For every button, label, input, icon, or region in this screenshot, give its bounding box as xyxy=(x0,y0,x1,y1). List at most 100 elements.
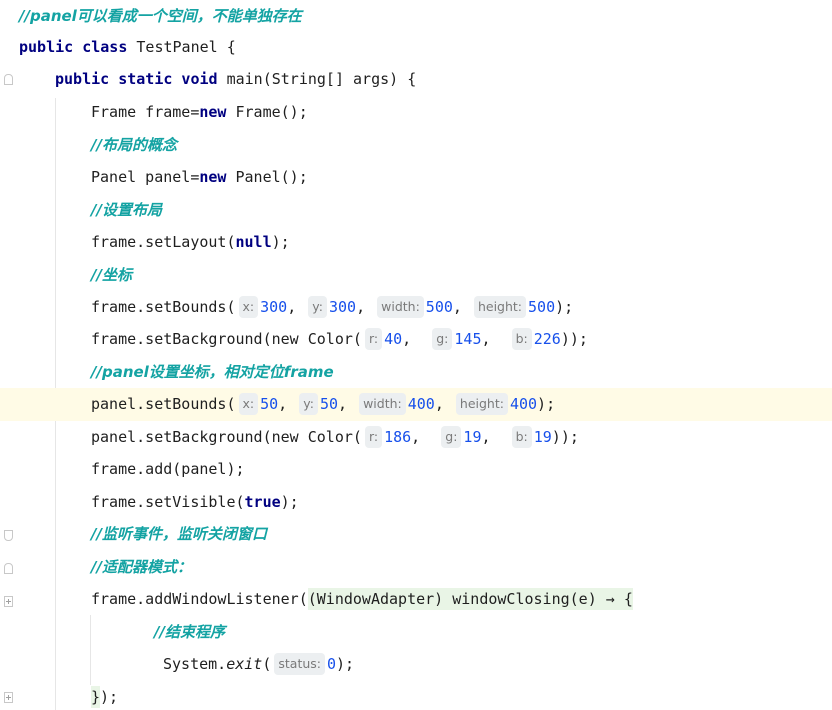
code-line[interactable]: Panel panel=new Panel(); xyxy=(0,161,832,194)
code-text: }); xyxy=(91,681,118,710)
code-token: TestPanel { xyxy=(136,38,236,56)
code-line[interactable]: //监听事件，监听关闭窗口 xyxy=(0,518,832,551)
keyword: new xyxy=(199,103,236,121)
parameter-hint: g: xyxy=(432,327,453,350)
number-literal: 40 xyxy=(384,330,403,348)
code-text: //panel设置坐标，相对定位frame xyxy=(91,356,334,389)
code-text: frame.setBounds(x: 300, y: 300, width: 500,… xyxy=(91,291,573,324)
code-token: frame.setVisible( xyxy=(91,493,245,511)
comment: //结束程序 xyxy=(154,623,225,641)
comment: //panel设置坐标，相对定位frame xyxy=(91,363,334,381)
code-token: ); xyxy=(537,395,556,413)
code-token: ); xyxy=(280,493,299,511)
code-text: Panel panel=new Panel(); xyxy=(91,161,308,194)
code-token: , xyxy=(356,298,375,316)
comment: //监听事件，监听关闭窗口 xyxy=(91,525,267,543)
code-token: frame.add(panel); xyxy=(91,460,245,478)
code-token: frame.setLayout( xyxy=(91,233,236,251)
code-token: ); xyxy=(336,655,355,673)
code-text: //适配器模式： xyxy=(91,551,192,584)
number-literal: 19 xyxy=(533,428,552,446)
code-line[interactable]: //panel设置坐标，相对定位frame xyxy=(0,356,832,389)
code-token: frame.addWindowListener( xyxy=(91,590,308,608)
code-text: //panel可以看成一个空间，不能单独存在 xyxy=(19,0,302,33)
code-token: , xyxy=(402,330,430,348)
code-text: //坐标 xyxy=(91,259,132,292)
number-literal: 19 xyxy=(463,428,482,446)
lambda-fold[interactable]: } xyxy=(91,686,101,708)
code-text: //布局的概念 xyxy=(91,129,177,162)
code-editor[interactable]: //panel可以看成一个空间，不能单独存在 public class TestP… xyxy=(0,0,832,710)
code-line[interactable]: System.exit(status: 0); xyxy=(0,648,832,681)
code-text: frame.setBackground(new Color(r: 40, g: 14… xyxy=(91,323,588,356)
code-line[interactable]: //坐标 xyxy=(0,259,832,292)
code-token: ); xyxy=(555,298,574,316)
parameter-hint: b: xyxy=(511,327,532,350)
code-line[interactable]: frame.addWindowListener((WindowAdapter) … xyxy=(0,583,832,616)
keyword: true xyxy=(244,493,281,511)
code-token: , xyxy=(452,298,471,316)
method-name: exit xyxy=(226,655,263,673)
code-token: ); xyxy=(100,688,119,706)
code-token: Frame frame= xyxy=(91,103,200,121)
number-literal: 50 xyxy=(319,395,338,413)
number-literal: 300 xyxy=(328,298,357,316)
keyword: null xyxy=(235,233,272,251)
code-line[interactable]: //适配器模式： xyxy=(0,551,832,584)
code-line[interactable]: panel.setBackground(new Color(r: 186, g: 1… xyxy=(0,421,832,454)
number-literal: 50 xyxy=(260,395,279,413)
code-token: , xyxy=(481,428,509,446)
comment: //设置布局 xyxy=(91,201,162,219)
code-token: Frame(); xyxy=(235,103,308,121)
code-line[interactable]: frame.setBackground(new Color(r: 40, g: 14… xyxy=(0,323,832,356)
code-line[interactable]: frame.setVisible(true); xyxy=(0,486,832,519)
parameter-hint: b: xyxy=(511,425,532,448)
code-token: Panel(); xyxy=(235,168,308,186)
code-line[interactable]: //设置布局 xyxy=(0,194,832,227)
code-text: panel.setBounds(x: 50, y: 50, width: 400, h… xyxy=(91,388,555,421)
keyword: new xyxy=(199,168,236,186)
code-line[interactable]: frame.setBounds(x: 300, y: 300, width: 500,… xyxy=(0,291,832,324)
code-token: Panel panel= xyxy=(91,168,200,186)
code-token: ); xyxy=(271,233,290,251)
parameter-hint: height: xyxy=(473,295,527,318)
code-line[interactable]: frame.setLayout(null); xyxy=(0,226,832,259)
keyword: new xyxy=(271,330,308,348)
code-text: Frame frame=new Frame(); xyxy=(91,96,308,129)
keyword: new xyxy=(271,428,308,446)
code-token: ( xyxy=(262,655,272,673)
number-literal: 226 xyxy=(533,330,561,348)
parameter-hint: r: xyxy=(364,327,383,350)
comment: //适配器模式： xyxy=(91,558,192,576)
code-text: frame.setVisible(true); xyxy=(91,486,299,519)
lambda-fold[interactable]: (WindowAdapter) windowClosing(e) → { xyxy=(307,588,633,610)
code-line[interactable]: frame.add(panel); xyxy=(0,453,832,486)
code-line[interactable]: //布局的概念 xyxy=(0,129,832,162)
code-text: frame.addWindowListener((WindowAdapter) … xyxy=(91,583,633,616)
parameter-hint: y: xyxy=(299,392,318,415)
code-text: //设置布局 xyxy=(91,194,162,227)
code-line[interactable]: public static void main(String[] args) { xyxy=(0,63,832,96)
code-text: frame.setLayout(null); xyxy=(91,226,290,259)
parameter-hint: x: xyxy=(238,295,259,318)
code-text: public static void main(String[] args) { xyxy=(55,63,416,96)
comment: //坐标 xyxy=(91,266,132,284)
code-line[interactable]: public class TestPanel { xyxy=(0,31,832,64)
code-line[interactable]: }); xyxy=(0,681,832,710)
code-token: main(String[] args) { xyxy=(226,70,417,88)
code-token: , xyxy=(338,395,357,413)
code-line[interactable]: panel.setBounds(x: 50, y: 50, width: 400, h… xyxy=(0,388,832,421)
code-line[interactable]: Frame frame=new Frame(); xyxy=(0,96,832,129)
code-token: panel.setBounds( xyxy=(91,395,236,413)
keyword: public class xyxy=(19,38,137,56)
number-literal: 500 xyxy=(425,298,453,316)
code-token: panel.setBackground( xyxy=(91,428,272,446)
code-token: frame.setBounds( xyxy=(91,298,236,316)
code-token: Color( xyxy=(307,428,362,446)
code-text: System.exit(status: 0); xyxy=(163,648,354,681)
number-literal: 145 xyxy=(454,330,482,348)
code-line[interactable]: //结束程序 xyxy=(0,616,832,649)
code-line[interactable]: //panel可以看成一个空间，不能单独存在 xyxy=(0,0,832,33)
number-literal: 300 xyxy=(260,298,288,316)
code-token: , xyxy=(411,428,439,446)
